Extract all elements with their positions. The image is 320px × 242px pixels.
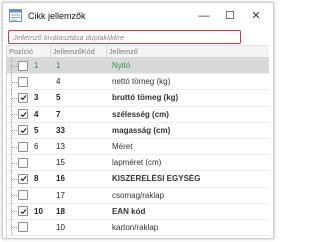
checkmark-icon xyxy=(19,95,27,101)
position-number: 4 xyxy=(34,109,39,119)
feature-code-cell: 18 xyxy=(56,206,65,216)
position-cell: 8 xyxy=(7,171,51,187)
table-row[interactable]: 17 csomag/raklap xyxy=(7,187,269,204)
table-row[interactable]: 1 1 Nyitó xyxy=(7,58,269,75)
row-checkbox[interactable] xyxy=(18,92,28,103)
table-row[interactable]: 4 nettó tömeg (kg) xyxy=(7,74,269,91)
hint-field: Jellemző kiválasztása duplaklikkre xyxy=(8,30,241,44)
table-row[interactable]: 3 5 bruttó tömeg (kg) xyxy=(7,90,269,107)
row-checkbox[interactable] xyxy=(18,109,28,120)
row-checkbox[interactable] xyxy=(18,173,28,184)
tree-connector xyxy=(11,219,18,236)
maximize-button[interactable]: ☐ xyxy=(217,3,243,28)
position-cell: 4 xyxy=(7,106,51,122)
tree-connector xyxy=(11,58,18,74)
feature-name-cell: szélesség (cm) xyxy=(112,109,169,119)
hint-text: Jellemző kiválasztása duplaklikkre xyxy=(13,33,125,42)
feature-name-cell: nettó tömeg (kg) xyxy=(112,77,171,87)
row-checkbox[interactable] xyxy=(18,190,28,201)
app-icon xyxy=(9,9,22,22)
position-number: 8 xyxy=(34,174,39,184)
row-checkbox[interactable] xyxy=(18,222,28,233)
cikk-jellemzok-window: Cikk jellemzők — ☐ ✕ Jellemző kiválasztá… xyxy=(2,2,274,239)
feature-code-cell: 15 xyxy=(56,158,65,168)
position-number: 10 xyxy=(34,206,43,216)
tree-connector xyxy=(11,138,18,155)
row-checkbox[interactable] xyxy=(18,141,28,152)
feature-code-cell: 33 xyxy=(56,125,65,135)
position-cell: 10 xyxy=(7,203,51,219)
tree-connector xyxy=(11,171,18,187)
table-row[interactable]: 4 7 szélesség (cm) xyxy=(7,106,269,123)
grid-body: 1 1 Nyitó 4 nettó tömeg (kg) 3 5 bruttó tömeg (… xyxy=(7,58,269,237)
feature-code-cell: 10 xyxy=(56,222,65,232)
tree-connector xyxy=(11,90,18,106)
feature-name-cell: karton/raklap xyxy=(112,222,159,232)
position-number: 6 xyxy=(34,142,39,152)
position-number: 1 xyxy=(34,61,39,71)
position-cell: 5 xyxy=(7,122,51,138)
tree-connector xyxy=(11,122,18,138)
row-checkbox[interactable] xyxy=(18,157,28,168)
row-checkbox[interactable] xyxy=(18,60,28,71)
position-cell: 3 xyxy=(7,90,51,106)
features-grid: Pozíció JellemzőKód Jellemző 1 1 Nyitó 4 net… xyxy=(6,45,269,238)
checkmark-icon xyxy=(19,127,27,134)
minimize-button[interactable]: — xyxy=(191,3,217,28)
title-bar[interactable]: Cikk jellemzők — ☐ ✕ xyxy=(3,3,273,28)
feature-code-cell: 13 xyxy=(56,142,65,152)
column-header-feature-code[interactable]: JellemzőKód xyxy=(51,46,107,57)
column-header-feature[interactable]: Jellemző xyxy=(107,46,269,57)
position-cell xyxy=(7,187,51,203)
position-cell: 6 xyxy=(7,138,51,155)
feature-code-cell: 7 xyxy=(56,109,61,119)
feature-code-cell: 4 xyxy=(56,77,61,87)
feature-name-cell: bruttó tömeg (kg) xyxy=(112,93,179,103)
table-row[interactable]: 8 16 KISZERELÉSI EGYSÉG xyxy=(7,171,269,188)
feature-name-cell: Nyitó xyxy=(112,61,131,71)
feature-name-cell: Méret xyxy=(112,142,133,152)
column-header-position[interactable]: Pozíció xyxy=(7,46,51,57)
feature-name-cell: KISZERELÉSI EGYSÉG xyxy=(112,174,201,184)
table-row[interactable]: 10 karton/raklap xyxy=(7,219,269,237)
position-cell xyxy=(7,155,51,171)
feature-name-cell: csomag/raklap xyxy=(112,190,165,200)
row-checkbox[interactable] xyxy=(18,125,28,136)
grid-header: Pozíció JellemzőKód Jellemző xyxy=(7,45,269,58)
feature-code-cell: 1 xyxy=(56,61,61,71)
row-checkbox[interactable] xyxy=(18,206,28,217)
checkmark-icon xyxy=(19,111,27,117)
position-cell xyxy=(7,74,51,90)
tree-connector xyxy=(11,187,18,203)
feature-name-cell: EAN kód xyxy=(112,206,146,216)
window-title: Cikk jellemzők xyxy=(28,10,86,21)
position-cell: 1 xyxy=(7,58,51,74)
checkmark-icon xyxy=(19,176,27,182)
tree-connector xyxy=(11,106,18,122)
table-row[interactable]: 6 13 Méret xyxy=(7,138,269,156)
checkmark-icon xyxy=(19,208,27,215)
row-checkbox[interactable] xyxy=(18,76,28,87)
position-number: 5 xyxy=(34,125,39,135)
tree-connector xyxy=(11,155,18,171)
table-row[interactable]: 10 18 EAN kód xyxy=(7,203,269,220)
position-number: 3 xyxy=(34,93,39,103)
table-row[interactable]: 5 33 magasság (cm) xyxy=(7,122,269,139)
position-cell xyxy=(7,219,51,236)
feature-name-cell: lapméret (cm) xyxy=(112,158,162,168)
feature-code-cell: 17 xyxy=(56,190,65,200)
tree-connector xyxy=(11,203,18,219)
close-button[interactable]: ✕ xyxy=(243,3,269,28)
tree-connector xyxy=(11,74,18,90)
feature-code-cell: 16 xyxy=(56,174,65,184)
feature-code-cell: 5 xyxy=(56,93,61,103)
table-row[interactable]: 15 lapméret (cm) xyxy=(7,155,269,172)
feature-name-cell: magasság (cm) xyxy=(112,125,171,135)
